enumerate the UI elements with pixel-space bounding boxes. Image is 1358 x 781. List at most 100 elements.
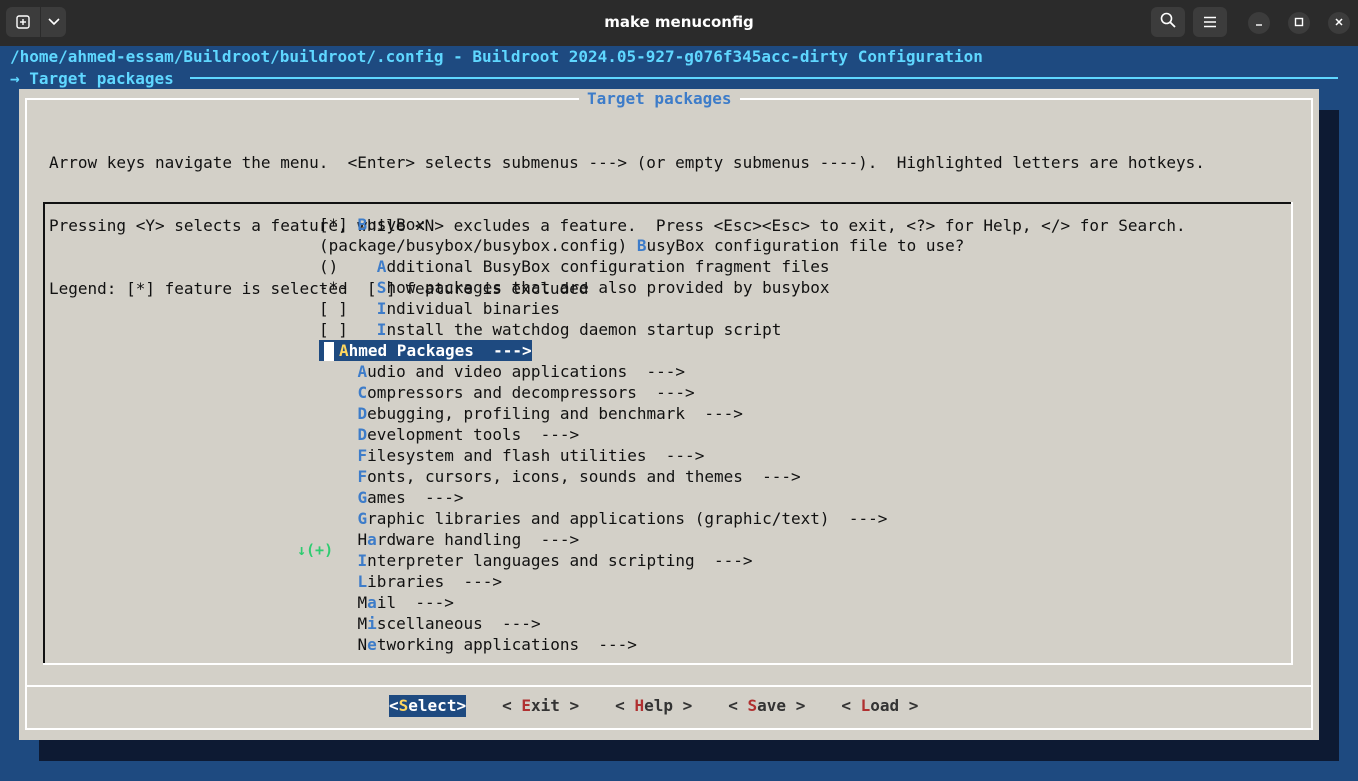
menu-item[interactable]: [*] BusyBox: [319, 214, 964, 235]
menu-box-border: [1291, 202, 1293, 665]
menu-item-label: how packages that are also provided by b…: [386, 278, 830, 297]
menu-item-label: nterpreter languages and scripting --->: [367, 551, 753, 570]
menu-item-label: evelopment tools --->: [367, 425, 580, 444]
menu-item[interactable]: [ ] Install the watchdog daemon startup …: [319, 319, 964, 340]
menu-item-text: -*- Show packages that are also provided…: [319, 278, 830, 297]
breadcrumb: → Target packages: [10, 69, 174, 88]
menu-item-text: Networking applications --->: [319, 635, 637, 654]
minimize-button[interactable]: [1248, 12, 1270, 34]
menu-item-text: Mail --->: [319, 593, 454, 612]
menu-box-border: [43, 202, 1293, 204]
menu-item-hotkey: a: [367, 593, 377, 612]
button-help[interactable]: < Help >: [615, 695, 692, 717]
menu-item-label: raphic libraries and applications (graph…: [367, 509, 888, 528]
menu-item-hotkey: S: [376, 278, 387, 297]
maximize-button[interactable]: [1288, 12, 1310, 34]
button-bracket: <: [841, 696, 861, 715]
menu-item-hotkey: D: [357, 404, 368, 423]
close-button[interactable]: [1328, 12, 1350, 34]
button-label: ave: [757, 696, 787, 715]
menu-item[interactable]: Networking applications --->: [319, 634, 964, 655]
menu-item[interactable]: -*- Show packages that are also provided…: [319, 277, 964, 298]
menu-item-text: Audio and video applications --->: [319, 362, 686, 381]
dialog-title: Target packages: [579, 89, 740, 109]
menu-item-prefix: [319, 446, 358, 465]
button-hotkey: E: [521, 696, 531, 715]
button-load[interactable]: < Load >: [841, 695, 918, 717]
menu-item-prefix: [319, 572, 358, 591]
button-exit[interactable]: < Exit >: [502, 695, 579, 717]
dialog-border: [25, 728, 1313, 730]
menu-item-hotkey: I: [357, 551, 368, 570]
menu-item[interactable]: Mail --->: [319, 592, 964, 613]
button-bracket: >: [672, 696, 693, 715]
menu-item[interactable]: () Additional BusyBox configuration frag…: [319, 256, 964, 277]
menu-item[interactable]: Fonts, cursors, icons, sounds and themes…: [319, 466, 964, 487]
menu-item-label: ilesystem and flash utilities --->: [367, 446, 705, 465]
menu-item[interactable]: Hardware handling --->: [319, 529, 964, 550]
menu-item-prefix: [319, 425, 358, 444]
menu-item[interactable]: Interpreter languages and scripting --->: [319, 550, 964, 571]
menu-items: [*] BusyBox (package/busybox/busybox.conf…: [319, 214, 964, 655]
menu-item-text: (package/busybox/busybox.config) BusyBox…: [319, 236, 964, 255]
search-button[interactable]: [1151, 7, 1185, 37]
breadcrumb-rule: [190, 77, 1338, 79]
menu-item-text: Filesystem and flash utilities --->: [319, 446, 705, 465]
menu-item-text: Fonts, cursors, icons, sounds and themes…: [319, 467, 801, 486]
menu-item-label: hmed Packages --->: [348, 341, 532, 360]
menu-item[interactable]: Development tools --->: [319, 424, 964, 445]
button-label: xit: [531, 696, 560, 715]
menu-list-box: [*] BusyBox (package/busybox/busybox.conf…: [43, 202, 1293, 665]
button-hotkey: S: [747, 696, 758, 715]
menu-item[interactable]: Miscellaneous --->: [319, 613, 964, 634]
menu-item-hotkey: a: [367, 530, 377, 549]
menu-box-border: [43, 663, 1293, 665]
menu-item-prefix: [319, 467, 358, 486]
menu-item-label: il --->: [376, 593, 454, 612]
menu-item[interactable]: Graphic libraries and applications (grap…: [319, 508, 964, 529]
button-select[interactable]: <Select>: [389, 695, 467, 717]
menu-item[interactable]: Filesystem and flash utilities --->: [319, 445, 964, 466]
menu-item[interactable]: Games --->: [319, 487, 964, 508]
menu-item-hotkey: I: [376, 299, 387, 318]
button-bracket: <: [615, 696, 635, 715]
button-hotkey: L: [860, 696, 871, 715]
more-items-indicator: ↓(+): [295, 541, 336, 559]
menu-item-label: ebugging, profiling and benchmark --->: [367, 404, 743, 423]
menu-item-label: onts, cursors, icons, sounds and themes …: [367, 467, 801, 486]
menu-item-label: rdware handling --->: [376, 530, 580, 549]
window-titlebar: make menuconfig: [0, 0, 1358, 46]
menu-item[interactable]: Libraries --->: [319, 571, 964, 592]
menu-item[interactable]: (package/busybox/busybox.config) BusyBox…: [319, 235, 964, 256]
menu-item[interactable]: Audio and video applications --->: [319, 361, 964, 382]
menu-item-prefix: (): [319, 257, 377, 276]
menu-item-hotkey: A: [357, 362, 368, 381]
menu-item-hotkey: I: [376, 320, 387, 339]
menu-item-text: Libraries --->: [319, 572, 503, 591]
menu-item-prefix: [319, 404, 358, 423]
menu-item-text: Miscellaneous --->: [319, 614, 541, 633]
menu-button[interactable]: [1193, 7, 1227, 37]
menu-item[interactable]: Debugging, profiling and benchmark --->: [319, 403, 964, 424]
button-bracket: <: [389, 696, 399, 715]
button-bracket: >: [456, 696, 467, 715]
menu-item-selected[interactable]: Ahmed Packages --->: [319, 340, 964, 361]
menu-item-text: Development tools --->: [319, 425, 580, 444]
menu-item-label: scellaneous --->: [376, 614, 541, 633]
menu-item-prefix: [319, 509, 358, 528]
button-save[interactable]: < Save >: [728, 695, 805, 717]
menu-item-text: Games --->: [319, 488, 464, 507]
menu-item-hotkey: F: [357, 446, 368, 465]
button-bracket: <: [502, 696, 522, 715]
menu-item-hotkey: e: [367, 635, 377, 654]
search-icon: [1160, 12, 1176, 32]
menu-item[interactable]: Compressors and decompressors --->: [319, 382, 964, 403]
menu-item-hotkey: i: [367, 614, 377, 633]
menu-item-label: usyBox: [367, 215, 425, 234]
menu-item-hotkey: G: [357, 488, 368, 507]
config-path-header: /home/ahmed-essam/Buildroot/buildroot/.c…: [10, 47, 983, 66]
button-bracket: >: [559, 696, 580, 715]
menu-item-text: Hardware handling --->: [319, 530, 580, 549]
menu-item-prefix: [319, 488, 358, 507]
menu-item[interactable]: [ ] Individual binaries: [319, 298, 964, 319]
